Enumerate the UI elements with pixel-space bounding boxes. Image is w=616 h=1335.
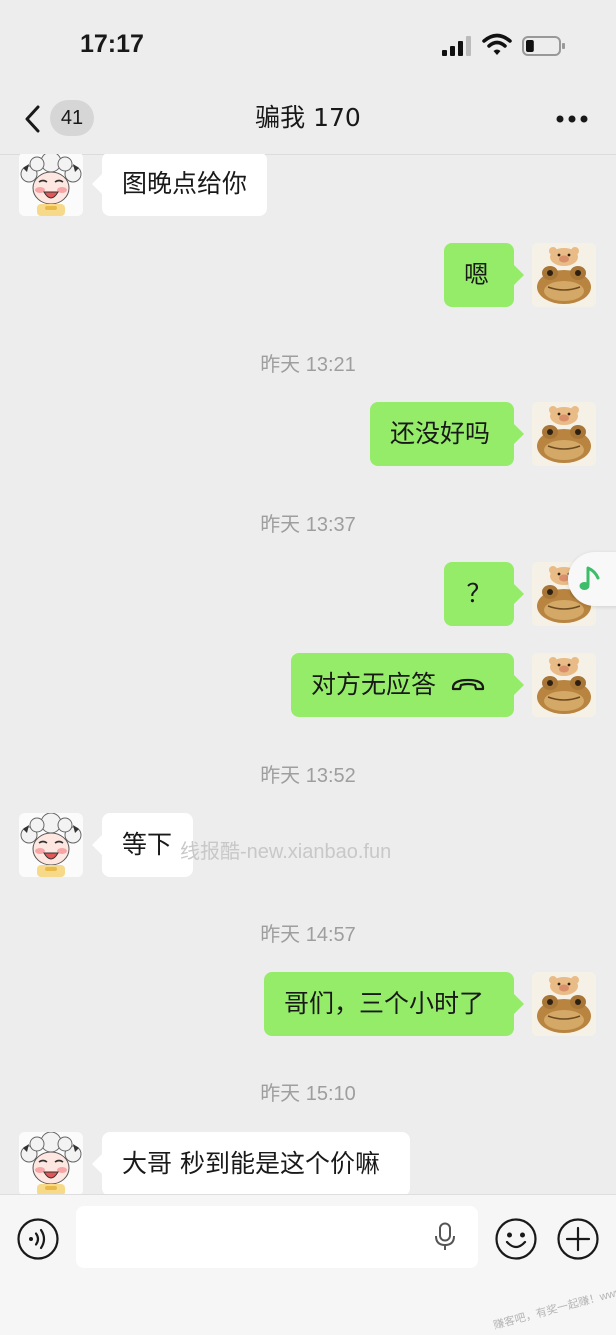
toad-avatar-icon[interactable] <box>532 972 596 1036</box>
message-bubble[interactable]: ？ <box>444 562 524 626</box>
timestamp: 昨天 13:21 <box>260 354 356 376</box>
music-note-icon <box>579 566 600 590</box>
phone-hangup-icon <box>451 678 485 691</box>
toad-avatar-icon[interactable] <box>532 402 596 466</box>
chat-title: 骗我 170 <box>255 103 361 132</box>
message-bubble[interactable]: 哥们，三个小时了 <box>264 972 524 1036</box>
message-bubble[interactable]: 还没好吗 <box>370 402 524 466</box>
message-input[interactable] <box>76 1206 478 1268</box>
sheep-avatar-icon[interactable] <box>19 154 83 216</box>
floating-music-player[interactable] <box>568 552 616 606</box>
cellular-signal-icon <box>442 36 471 56</box>
message-bubble[interactable]: 大哥 秒到能是这个价嘛 <box>92 1132 410 1194</box>
timestamp: 昨天 13:52 <box>260 765 356 787</box>
more-options-icon[interactable] <box>556 114 588 124</box>
timestamp: 昨天 15:10 <box>260 1083 356 1105</box>
plus-icon[interactable] <box>556 1217 600 1261</box>
back-chevron-icon[interactable] <box>22 104 44 134</box>
toad-avatar-icon[interactable] <box>532 653 596 717</box>
microphone-icon[interactable] <box>434 1222 456 1252</box>
emoji-icon[interactable] <box>494 1217 538 1261</box>
message-bubble[interactable]: 嗯 <box>444 243 524 307</box>
watermark: 线报酷-new.xianbao.fun <box>180 841 392 863</box>
timestamp: 昨天 14:57 <box>260 924 356 946</box>
status-time: 17:17 <box>80 30 144 58</box>
call-status-text: 对方无应答 <box>311 670 437 699</box>
status-bar: 17:17 <box>0 0 616 90</box>
unread-count-badge[interactable]: 41 <box>50 100 94 136</box>
sheep-avatar-icon[interactable] <box>19 813 83 877</box>
corner-watermark: 赚客吧，有奖一起赚！www.zuanke8.com <box>492 1268 616 1332</box>
voice-input-icon[interactable] <box>16 1217 60 1261</box>
timestamp: 昨天 13:37 <box>260 514 356 536</box>
call-record-bubble[interactable]: 对方无应答 <box>291 653 524 717</box>
sheep-avatar-icon[interactable] <box>19 1132 83 1194</box>
message-bubble[interactable]: 图晚点给你 <box>91 154 268 216</box>
chat-header: 41 骗我 170 <box>0 90 616 155</box>
toad-avatar-icon[interactable] <box>532 243 596 307</box>
input-bar: 赚客吧，有奖一起赚！www.zuanke8.com <box>0 1194 616 1335</box>
wifi-icon <box>482 33 512 55</box>
battery-icon <box>522 36 565 56</box>
message-list[interactable]: 图晚点给你 嗯 昨天 13:21 还没好吗 昨天 13:37 ？ 对方无应答 昨… <box>0 154 616 1194</box>
